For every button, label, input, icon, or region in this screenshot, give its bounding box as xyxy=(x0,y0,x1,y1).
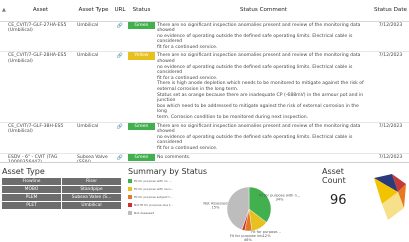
asset-type-option[interactable]: PLET xyxy=(2,202,61,209)
url-link-icon[interactable]: 🔗 xyxy=(112,153,128,162)
legend-item[interactable]: Fit for purpose subject t... xyxy=(128,195,184,199)
summary-title: Summary by Status xyxy=(128,167,208,176)
legend-item[interactable]: Not fit for purpose due t... xyxy=(128,203,184,207)
cell-asset-type: Umbilical xyxy=(75,122,112,154)
comment-line: There are no significant inspection anom… xyxy=(157,123,361,135)
asset-type-option[interactable]: Flowline xyxy=(2,178,61,185)
comment-line: no evidence of operating outside the def… xyxy=(157,134,353,146)
cell-status-date: 7/12/2023 xyxy=(372,51,409,123)
asset-type-option[interactable]: Standpipe xyxy=(62,186,121,193)
comment-line: No comments. xyxy=(157,154,191,160)
asset-type-slicer: Asset Type Flowline Riser MOBO Standpipe PLE… xyxy=(0,165,123,242)
table-header-row: ▲ Asset Asset Type URL Status Status Com… xyxy=(0,0,409,22)
cell-status: Green xyxy=(128,122,155,154)
status-badge: Green xyxy=(128,153,155,162)
url-link-icon[interactable]: 🔗 xyxy=(112,21,128,53)
legend-label: Not Assessed xyxy=(134,211,155,215)
cell-asset-type: Umbilical xyxy=(75,21,112,53)
cell-asset-type: Umbilical xyxy=(75,51,112,123)
chart-legend: Fit for purpose with no ... Fit for purpo… xyxy=(128,179,184,219)
comment-line: box which need to be addressed to mitiga… xyxy=(157,103,359,115)
company-logo xyxy=(374,174,406,220)
comment-line: term. Corrosion condition to be monitore… xyxy=(157,115,309,120)
cell-status: Green xyxy=(128,153,155,162)
comment-line: fit for a continued service. xyxy=(157,44,218,50)
status-badge: Yellow xyxy=(128,52,155,61)
table-row[interactable]: CE_CVIT/7-GLF-28HA-ES5 (Umbilical) Umbili… xyxy=(0,51,409,123)
header-url[interactable]: URL xyxy=(112,0,128,22)
comment-line: no evidence of operating outside the def… xyxy=(157,33,353,45)
pie-data-label: Not Assessed 15% xyxy=(203,201,227,209)
legend-item[interactable]: Fit for purpose with no ... xyxy=(128,179,184,183)
asset-type-option[interactable]: Riser xyxy=(62,178,121,185)
legend-item[interactable]: Not Assessed xyxy=(128,211,184,215)
cell-status-comment: There are no significant inspection anom… xyxy=(155,21,372,53)
header-status-comment[interactable]: Status Comment xyxy=(155,0,372,22)
legend-item[interactable]: Fit for purpose with reco... xyxy=(128,187,184,191)
asset-type-option[interactable]: PLEM xyxy=(2,194,61,201)
comment-line: There are no significant inspection anom… xyxy=(157,53,361,65)
url-link-icon[interactable]: 🔗 xyxy=(112,51,128,123)
cell-status-comment: There are no significant inspection anom… xyxy=(155,122,372,154)
status-table: ▲ Asset Asset Type URL Status Status Com… xyxy=(0,0,409,163)
asset-type-option[interactable]: Subsea Valve (S... xyxy=(62,194,121,201)
legend-label: Fit for purpose with reco... xyxy=(134,187,174,191)
table-row[interactable]: CE_CVIT/7-GLF-38H-ES5 (Umbilical) Umbilic… xyxy=(0,122,409,154)
comment-line: fit for a continued service. xyxy=(157,145,218,151)
status-badge: Green xyxy=(128,21,155,30)
legend-swatch xyxy=(128,203,132,207)
asset-count-card: Asset Count 96 xyxy=(320,165,370,242)
legend-label: Not fit for purpose due t... xyxy=(134,203,174,207)
legend-label: Fit for purpose subject t... xyxy=(134,195,173,199)
header-asset[interactable]: Asset xyxy=(6,0,75,22)
comment-line: There are no significant inspection anom… xyxy=(157,22,361,34)
pie-data-label: Fit for purpose inh... 46% xyxy=(230,234,266,241)
comment-line: no evidence of operating outside the def… xyxy=(157,64,353,76)
legend-label: Fit for purpose with no ... xyxy=(134,179,172,183)
cell-status: Yellow xyxy=(128,51,155,123)
url-link-icon[interactable]: 🔗 xyxy=(112,122,128,154)
cell-status-comment: There are no significant inspection anom… xyxy=(155,51,372,123)
cell-asset-type: Subsea Valve (SSIV) xyxy=(75,153,112,162)
legend-swatch xyxy=(128,187,132,191)
table-row[interactable]: ESDV - 6" - CVIT (TAG 10000356447) Subsea… xyxy=(0,153,409,162)
asset-type-option[interactable]: Umbilical xyxy=(62,202,121,209)
asset-count-value: 96 xyxy=(330,193,347,208)
summary-by-status-chart: Summary by Status Fit for purpose with n… xyxy=(126,165,318,242)
legend-swatch xyxy=(128,211,132,215)
asset-type-option[interactable]: MOBO xyxy=(2,186,61,193)
cell-status-date: 7/12/2023 xyxy=(372,122,409,154)
pie-chart: Fit for purpose with n... 34%Fit for purp… xyxy=(203,186,300,241)
status-badge: Green xyxy=(128,122,155,131)
asset-type-title: Asset Type xyxy=(2,167,45,176)
cell-asset: CE_CVIT/7-GLF-27HA-ES5 (Umbilical) xyxy=(6,21,75,53)
asset-count-title: Asset Count xyxy=(322,167,346,185)
table-row[interactable]: CE_CVIT/7-GLF-27HA-ES5 (Umbilical) Umbili… xyxy=(0,21,409,53)
cell-status-date: 7/12/2023 xyxy=(372,153,409,162)
comment-line: Status set as orange because there are i… xyxy=(157,92,364,104)
header-status[interactable]: Status xyxy=(128,0,155,22)
header-status-date[interactable]: Status Date xyxy=(372,0,409,22)
cell-status-date: 7/12/2023 xyxy=(372,21,409,53)
legend-swatch xyxy=(128,195,132,199)
cell-asset: ESDV - 6" - CVIT (TAG 10000356447) xyxy=(6,153,75,162)
legend-swatch xyxy=(128,179,132,183)
cell-status-comment: No comments. xyxy=(155,153,372,162)
cell-status: Green xyxy=(128,21,155,53)
cell-asset: CE_CVIT/7-GLF-28HA-ES5 (Umbilical) xyxy=(6,51,75,123)
cell-asset: CE_CVIT/7-GLF-38H-ES5 (Umbilical) xyxy=(6,122,75,154)
header-asset-type[interactable]: Asset Type xyxy=(75,0,112,22)
